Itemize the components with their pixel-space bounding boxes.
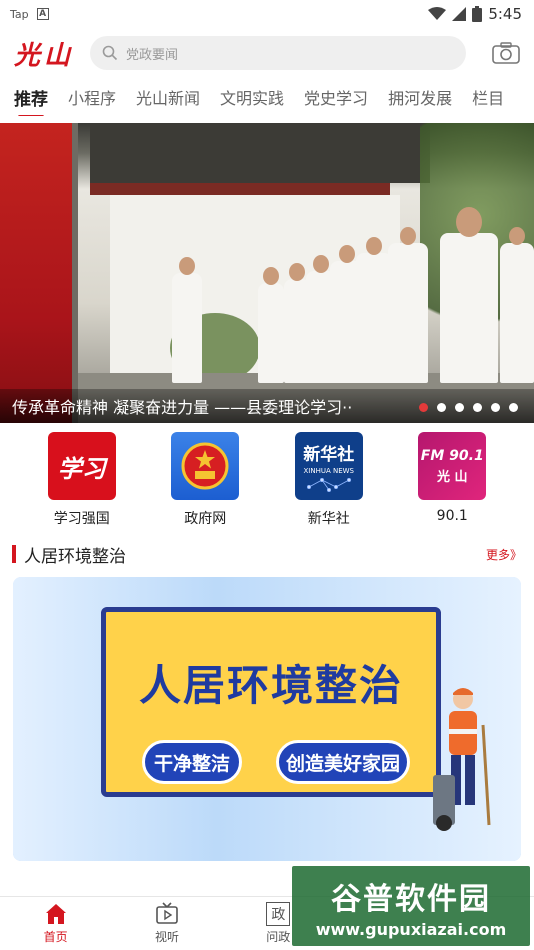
- shortcut-grid: 学习 学习强国 政府网 新华社 XINHUA NEWS 新华社 FM 90.1 …: [0, 432, 534, 532]
- xuexi-icon: 学习: [47, 432, 116, 500]
- zheng-icon: 政: [266, 902, 291, 926]
- section-header: 人居环境整治 更多》: [12, 542, 522, 567]
- banner-person: [440, 207, 498, 383]
- banner-eave: [90, 183, 390, 195]
- sanitation-worker-illustration: [433, 688, 491, 831]
- banner-person: [388, 227, 428, 383]
- watermark-url: www.gupuxiazai.com: [315, 919, 507, 939]
- status-left: Tap A: [10, 8, 49, 21]
- shortcut-government-site[interactable]: 政府网: [160, 432, 250, 532]
- banner-red-board: [0, 123, 78, 423]
- header: 光山 党政要闻: [0, 30, 534, 76]
- status-time: 5:45: [488, 5, 522, 23]
- fm-icon-text: FM 90.1: [420, 447, 484, 464]
- radio-fm-icon: FM 90.1 光 山: [418, 432, 487, 500]
- tab-mini-programs[interactable]: 小程序: [68, 80, 116, 109]
- search-bar[interactable]: 党政要闻: [90, 36, 466, 70]
- nav-label: 问政: [266, 930, 291, 944]
- home-icon: [45, 904, 66, 924]
- category-tabs: 推荐 小程序 光山新闻 文明实践 党史学习 拥河发展 栏目: [0, 80, 534, 116]
- zheng-icon-text: 政: [271, 907, 286, 923]
- tab-party-history[interactable]: 党史学习: [304, 80, 368, 109]
- banner-caption-text: 传承革命精神 凝聚奋进力量 ——县委理论学习··: [12, 398, 353, 417]
- feature-title: 人居环境整治: [138, 661, 403, 710]
- more-link[interactable]: 更多》: [486, 546, 522, 563]
- tab-guangshan-news[interactable]: 光山新闻: [136, 80, 200, 109]
- banner-person: [258, 267, 284, 383]
- banner-carousel[interactable]: 传承革命精神 凝聚奋进力量 ——县委理论学习··: [0, 123, 534, 423]
- battery-icon: [472, 6, 483, 22]
- carousel-dot[interactable]: [419, 403, 428, 412]
- national-emblem-icon: [171, 432, 240, 500]
- nav-label: 视听: [154, 930, 179, 944]
- feature-pill-home: 创造美好家园: [276, 740, 410, 784]
- tv-icon: [156, 902, 178, 924]
- feature-poster: 人居环境整治 干净整洁 创造美好家园: [101, 607, 441, 797]
- tab-civilization-practice[interactable]: 文明实践: [220, 80, 284, 109]
- tab-columns[interactable]: 栏目: [472, 80, 504, 109]
- tab-river-development[interactable]: 拥河发展: [388, 80, 452, 109]
- wifi-icon: [428, 7, 447, 20]
- shortcut-label: 学习强国: [53, 511, 110, 527]
- banner-roof: [90, 123, 430, 183]
- watermark-overlay: 谷普软件园 www.gupuxiazai.com: [292, 866, 530, 946]
- shortcut-label: 政府网: [184, 511, 227, 527]
- network-icon: [306, 477, 351, 492]
- status-app-label: Tap: [10, 7, 29, 21]
- search-icon: [102, 45, 118, 61]
- nav-label: 首页: [43, 930, 68, 944]
- shortcut-label: 新华社: [307, 511, 350, 527]
- carousel-dot[interactable]: [437, 403, 446, 412]
- carousel-dot[interactable]: [491, 403, 500, 412]
- feature-pill-clean: 干净整洁: [142, 740, 242, 784]
- camera-icon[interactable]: [492, 42, 520, 64]
- feature-card[interactable]: 人居环境整治 干净整洁 创造美好家园: [13, 577, 521, 861]
- carousel-dot[interactable]: [473, 403, 482, 412]
- nav-audiovisual[interactable]: 视听: [132, 897, 202, 950]
- nav-home[interactable]: 首页: [21, 897, 91, 950]
- shortcut-label: 90.1: [436, 508, 468, 524]
- tab-recommend[interactable]: 推荐: [14, 80, 48, 116]
- shortcut-xuexi-qiangguo[interactable]: 学习 学习强国: [37, 432, 127, 532]
- banner-person: [500, 227, 534, 383]
- xinhua-icon-text: 新华社: [303, 444, 355, 465]
- watermark-title: 谷普软件园: [331, 881, 491, 917]
- status-bar: Tap A 5:45: [0, 0, 534, 28]
- signal-icon: [452, 7, 467, 21]
- shortcut-xinhua[interactable]: 新华社 XINHUA NEWS 新华社: [284, 432, 374, 532]
- xinhua-icon-subtext: XINHUA NEWS: [303, 466, 355, 475]
- fm-icon-subtext: 光 山: [436, 469, 468, 485]
- banner-person: [172, 257, 202, 383]
- search-placeholder: 党政要闻: [126, 47, 179, 63]
- shortcut-fm-901[interactable]: FM 90.1 光 山 90.1: [407, 432, 497, 532]
- carousel-dots: [419, 403, 518, 412]
- xinhua-icon: 新华社 XINHUA NEWS: [294, 432, 363, 500]
- carousel-dot[interactable]: [509, 403, 518, 412]
- status-right: 5:45: [428, 5, 522, 23]
- app-logo: 光山: [14, 40, 75, 71]
- status-a-icon: A: [36, 8, 49, 20]
- banner-person: [356, 237, 392, 383]
- section-title: 人居环境整治: [12, 542, 126, 567]
- carousel-dot[interactable]: [455, 403, 464, 412]
